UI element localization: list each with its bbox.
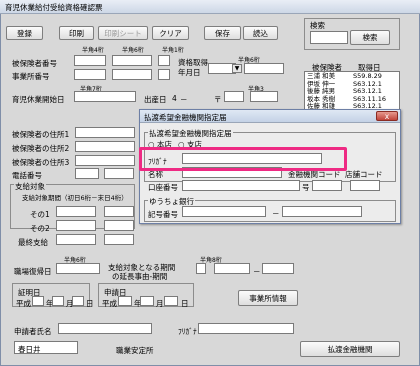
insured-number-field-1[interactable] [74,55,106,66]
extension-reason-field[interactable] [196,263,206,274]
period-header-label: 支給対象期間（初日6桁－末日4桁） [22,194,128,202]
branch-code-field[interactable] [350,180,380,191]
hint-1: 半角1桁 [162,47,184,54]
birth-era-value: 4 [172,94,177,103]
birth-date-label: 出産日 [144,95,167,104]
symbol-number-label: 記号番号 [148,210,178,219]
zip-field-1[interactable] [224,91,244,102]
dialog-title-bar: 払渡希望金融機関指定届 x [140,110,400,123]
employment-office-label: 職業安定所 [116,346,154,355]
insured-number-field-2[interactable] [112,55,152,66]
office-info-button[interactable]: 事業所情報 [238,290,298,306]
insured-number-label: 被保険者番号 [12,59,57,68]
branch-code-label: 店舗コード [345,170,383,179]
qual-era-dropdown[interactable]: ▼ [232,64,242,73]
office-number-field-2[interactable] [112,69,152,80]
symbol-field[interactable] [182,206,266,217]
cert-month-field[interactable] [52,296,64,306]
search-button[interactable]: 検索 [350,30,390,45]
sono2-start-field[interactable] [56,220,96,231]
return-date-field[interactable] [56,263,100,274]
extension-dash: － [253,267,261,276]
address3-field[interactable] [75,155,135,166]
cert-heisei-label: 平成 [16,299,31,308]
sono1-start-field[interactable] [56,206,96,217]
office-number-field-1[interactable] [74,69,106,80]
app-day-field[interactable] [164,296,178,306]
account-number-field[interactable] [182,180,300,191]
cert-year-field[interactable] [32,296,44,306]
address2-field[interactable] [75,141,135,152]
birth-dash: － [180,95,188,104]
phone-field-1[interactable] [75,168,99,179]
sono2-label: その2 [30,224,50,233]
office-number-label: 事業所番号 [12,72,50,81]
applicant-name-label: 申請者氏名 [14,327,52,336]
return-date-label: 職場復帰日 [14,267,52,276]
phone-label: 電話番号 [12,171,42,180]
number-field[interactable] [282,206,362,217]
hint-4-1: 半角4桁 [82,47,104,54]
zip-label: 〒 [214,95,222,104]
employee-list[interactable]: 三浦 和美 S59.8.29 伊坂 伸一 S63.12.1 後藤 純男 S63.12.… [304,71,400,111]
payment-target-label: 支給対象 [14,181,46,192]
app-year-field[interactable] [118,296,132,306]
app-heisei-label: 平成 [102,299,117,308]
app-month-label: 月 [156,299,164,308]
save-button[interactable]: 保存 [204,26,241,40]
address1-label: 被保険者の住所1 [12,130,70,139]
zip-field-2[interactable] [250,91,278,102]
search-label: 検索 [310,21,325,30]
load-button[interactable]: 読込 [243,26,278,40]
print-sheet-button[interactable]: 印刷シート [98,26,148,40]
app-month-field[interactable] [140,296,154,306]
leave-start-field[interactable] [74,91,136,102]
bank-group-title: 払渡希望金融機関指定届 [148,128,233,139]
print-button[interactable]: 印刷 [59,26,94,40]
register-button[interactable]: 登録 [6,26,43,40]
title-bar: 育児休業給付受給資格確認票 [0,0,420,14]
dialog-title: 払渡希望金融機関指定届 [144,113,227,122]
address1-field[interactable] [75,127,135,138]
sono2-end-field[interactable] [104,220,134,231]
ymd-label: 年月日 [178,68,201,77]
applicant-furigana-label: ﾌﾘｶﾞﾅ [178,327,197,336]
employment-office-field[interactable]: 春日井 [14,341,78,354]
clear-button[interactable]: クリア [152,26,189,40]
sono1-end-field[interactable] [104,206,134,217]
qual-date-field[interactable] [244,63,284,74]
number-suffix: 号 [302,183,310,192]
extension-end-field[interactable] [262,263,294,274]
bank-code-field[interactable] [312,180,342,191]
close-icon[interactable]: x [376,111,398,121]
last-payment-start-field[interactable] [56,234,96,245]
phone-field-2[interactable] [104,168,134,179]
sono1-label: その1 [30,210,50,219]
address2-label: 被保険者の住所2 [12,144,70,153]
cert-day-label: 日 [86,299,94,308]
address3-label: 被保険者の住所3 [12,158,70,167]
last-payment-end-field[interactable] [104,234,134,245]
leave-start-label: 育児休業開始日 [12,95,65,104]
account-number-label: 口座番号 [148,183,178,192]
applicant-furigana-field[interactable] [198,323,294,334]
transfer-bank-button[interactable]: 払渡金融機関 [300,341,400,357]
furigana-highlight [139,147,347,171]
insured-number-field-3[interactable] [158,55,170,66]
last-payment-label: 最終支給 [18,238,48,247]
app-day-label: 日 [181,299,189,308]
applicant-name-field[interactable] [58,323,152,334]
symbol-dash: － [272,209,280,218]
search-input[interactable] [310,31,348,44]
cert-day-field[interactable] [72,296,84,306]
office-number-field-3[interactable] [158,69,170,80]
extension-reason-label: の延長事由-期間 [112,272,168,281]
hint-6: 半角6桁 [122,47,144,54]
window-title: 育児休業給付受給資格確認票 [5,3,103,12]
extension-start-field[interactable] [214,263,250,274]
